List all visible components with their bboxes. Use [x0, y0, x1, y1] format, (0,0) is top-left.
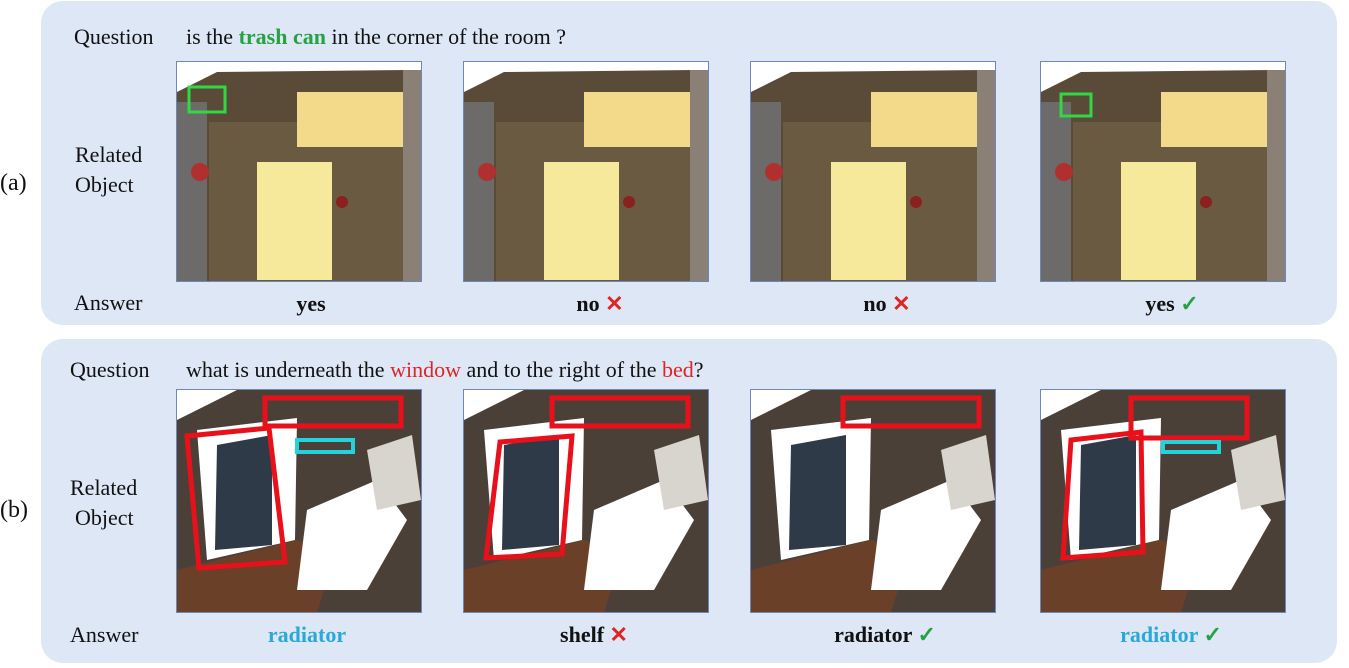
scene-image-b-1: [463, 389, 709, 613]
scene-image-a-1: [463, 61, 709, 282]
answer-label-a: Answer: [74, 290, 143, 315]
answer-a-1: no ✕: [576, 291, 623, 317]
related-label-a-line1: Related: [75, 142, 143, 167]
cross-icon: ✕: [892, 291, 911, 316]
related-label-b-line1: Related: [70, 475, 138, 500]
question-label-a: Question: [74, 24, 154, 49]
question-text-b: what is underneath the window and to the…: [186, 357, 704, 383]
check-icon: ✓: [1180, 291, 1199, 316]
scene-a-1-svg: [464, 62, 708, 281]
question-b-part2: and to the right of the: [466, 357, 657, 382]
scene-b-2-svg: [751, 390, 995, 612]
answer-label-b: Answer: [70, 622, 139, 647]
answer-b-3: radiator ✓: [1120, 622, 1222, 648]
scene-image-b-0: [176, 389, 422, 613]
answer-a-0-text: yes: [296, 291, 326, 316]
scene-image-a-0: [176, 61, 422, 282]
check-icon: ✓: [1203, 622, 1222, 647]
scene-image-a-3: [1040, 61, 1286, 282]
answer-b-1-text: shelf: [560, 622, 605, 647]
related-label-a-line2: Object: [75, 172, 134, 197]
answer-b-2-text: radiator: [834, 622, 912, 647]
answer-a-2: no ✕: [863, 291, 910, 317]
scene-image-b-3: [1040, 389, 1286, 613]
answer-a-2-text: no: [863, 291, 887, 316]
question-b-part3: ?: [693, 357, 704, 382]
answer-b-1: shelf ✕: [560, 622, 628, 648]
panel-b-label: (b): [0, 497, 28, 523]
answer-a-3-text: yes: [1145, 291, 1175, 316]
question-text-a: is the trash can in the corner of the ro…: [186, 24, 566, 50]
question-a-after: in the corner of the room ?: [331, 24, 567, 49]
related-label-b-line2: Object: [75, 505, 134, 530]
answer-a-0: yes: [296, 291, 325, 317]
answer-a-3: yes ✓: [1145, 291, 1198, 317]
answer-a-1-text: no: [576, 291, 600, 316]
question-a-highlight: trash can: [238, 24, 326, 49]
panel-a-label: (a): [0, 170, 27, 196]
scene-image-a-2: [750, 61, 996, 282]
answer-b-0: radiator: [268, 622, 346, 648]
question-b-part1: what is underneath the: [186, 357, 385, 382]
scene-b-0-svg: [177, 390, 421, 612]
scene-a-3-svg: [1041, 62, 1285, 281]
check-icon: ✓: [917, 622, 936, 647]
question-label-b: Question: [70, 357, 150, 382]
question-b-highlight1: window: [390, 357, 461, 382]
question-b-highlight2: bed: [661, 357, 694, 382]
question-a-before: is the: [186, 24, 234, 49]
scene-a-0-svg: [177, 62, 421, 281]
answer-b-2: radiator ✓: [834, 622, 936, 648]
answer-b-3-text: radiator: [1120, 622, 1198, 647]
scene-b-3-svg: [1041, 390, 1285, 612]
cross-icon: ✕: [605, 291, 624, 316]
cross-icon: ✕: [609, 622, 628, 647]
scene-image-b-2: [750, 389, 996, 613]
answer-b-0-text: radiator: [267, 622, 347, 647]
scene-b-1-svg: [464, 390, 708, 612]
scene-a-2-svg: [751, 62, 995, 281]
